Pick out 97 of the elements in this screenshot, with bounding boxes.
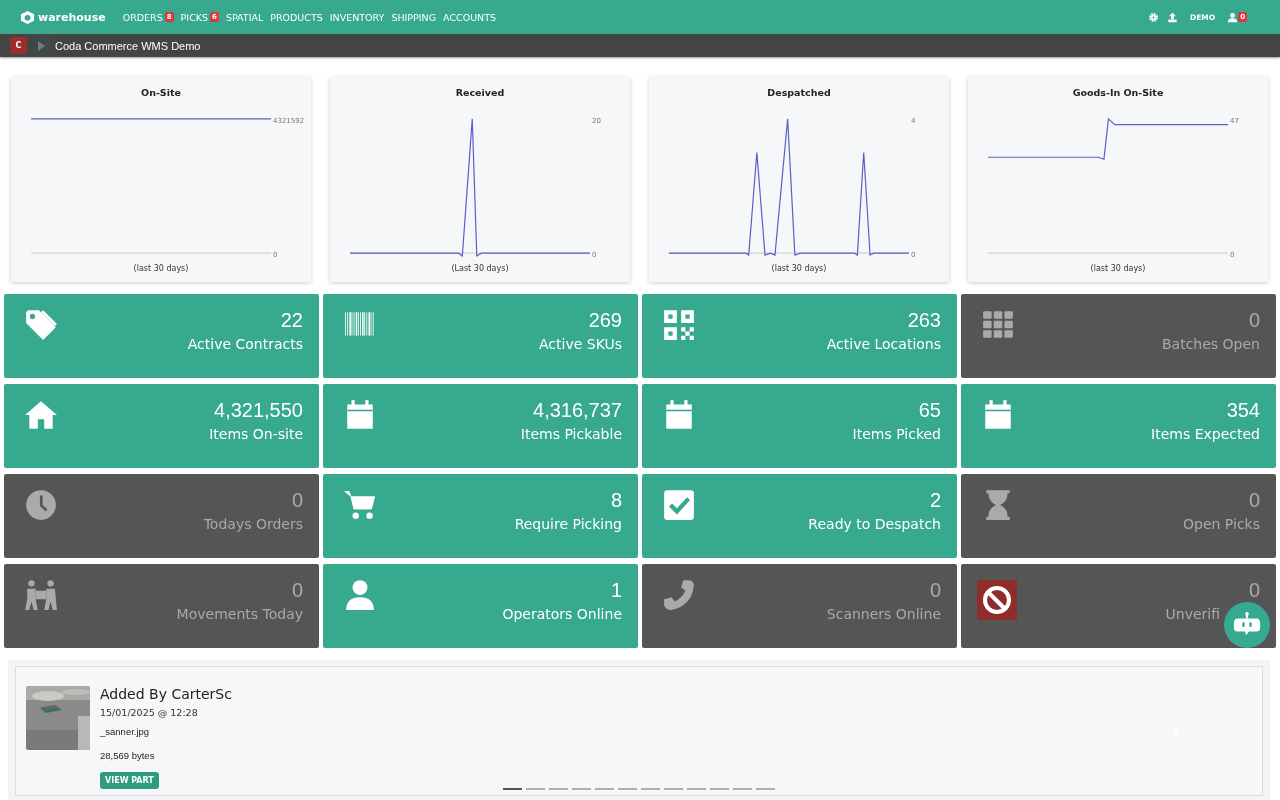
chart-caption: (last 30 days) [133, 264, 189, 273]
stat-label: Require Picking [514, 515, 622, 534]
stat-tile[interactable]: 0 Movements Today [4, 564, 319, 648]
nav-link[interactable]: INVENTORY [329, 11, 385, 23]
slide-date: 15/01/2025 @ 12:28 [100, 707, 199, 718]
stat-value: 22 [280, 308, 303, 332]
cart-icon [343, 488, 377, 522]
stat-label: Batches Open [1162, 335, 1260, 354]
upload-icon[interactable] [1166, 11, 1178, 23]
slide-indicator[interactable] [710, 788, 729, 790]
stat-label: Movements Today [176, 605, 303, 624]
slide-indicator[interactable] [618, 788, 637, 790]
company-avatar[interactable]: C [10, 37, 27, 54]
people-icon [24, 578, 58, 612]
slide-indicator[interactable] [549, 788, 568, 790]
stat-value: 0 [291, 578, 303, 602]
stat-label: Todays Orders [203, 515, 303, 534]
person-icon [343, 578, 377, 612]
stat-value: 65 [918, 398, 941, 422]
stat-value: 269 [588, 308, 622, 332]
stat-tile[interactable]: 0 Open Picks [961, 474, 1276, 558]
nav-link[interactable]: ACCOUNTS [443, 11, 497, 23]
phone-icon [662, 578, 696, 612]
stat-label: Active Locations [826, 335, 941, 354]
slide-indicator[interactable] [526, 788, 545, 790]
play-icon[interactable] [33, 37, 49, 54]
stat-tile[interactable]: 0 Scanners Online [642, 564, 957, 648]
chart-caption: (last 30 days) [1090, 264, 1146, 273]
user-icon[interactable] [1227, 11, 1239, 23]
view-part-button[interactable]: VIEW PART [100, 772, 159, 789]
chart-title: Goods-In On-Site [1072, 87, 1164, 98]
chart-caption: (Last 30 days) [451, 264, 509, 273]
stat-label: Ready to Despatch [808, 515, 941, 534]
stat-tile[interactable]: 22 Active Contracts [4, 294, 319, 378]
stat-value: 354 [1226, 398, 1260, 422]
nav-link[interactable]: SHIPPING [391, 11, 437, 23]
slide-indicator[interactable] [664, 788, 683, 790]
nav-link[interactable]: PRODUCTS [270, 11, 323, 23]
stat-value: 0 [1248, 488, 1260, 512]
chart-title: Despatched [767, 87, 831, 98]
stat-value: 0 [1248, 578, 1260, 602]
stat-tile[interactable]: 269 Active SKUs [323, 294, 638, 378]
qr-icon [662, 308, 696, 342]
stat-tile[interactable]: 2 Ready to Despatch [642, 474, 957, 558]
chart-title: Received [455, 87, 505, 98]
brand-name[interactable]: warehouse [38, 10, 106, 24]
stat-label: Active Contracts [187, 335, 303, 354]
stat-tile[interactable]: 0 Todays Orders [4, 474, 319, 558]
stat-tile[interactable]: 0 Batches Open [961, 294, 1276, 378]
stat-value: 1 [610, 578, 622, 602]
slide-indicator[interactable] [641, 788, 660, 790]
stat-value: 0 [291, 488, 303, 512]
tag-icon [24, 308, 58, 342]
stat-tile[interactable]: 8 Require Picking [323, 474, 638, 558]
slide-indicator[interactable] [733, 788, 752, 790]
stat-label: Operators Online [502, 605, 622, 624]
stat-value: 0 [929, 578, 941, 602]
clock-icon [24, 488, 58, 522]
stat-tile[interactable]: 4,316,737 Items Pickable [323, 384, 638, 468]
stat-label: Unverifi [1165, 605, 1220, 624]
chart-title: On-Site [141, 87, 181, 98]
stat-tile[interactable]: 263 Active Locations [642, 294, 957, 378]
stat-label: Items Picked [852, 425, 941, 444]
nav-link[interactable]: ORDERS [122, 11, 163, 23]
stat-tile[interactable]: 1 Operators Online [323, 564, 638, 648]
stat-label: Scanners Online [826, 605, 941, 624]
stat-value: 8 [610, 488, 622, 512]
stat-tile[interactable]: 354 Items Expected [961, 384, 1276, 468]
stat-value: 2 [929, 488, 941, 512]
stat-label: Items Pickable [520, 425, 622, 444]
stat-value: 4,321,550 [214, 398, 303, 422]
stat-label: Items Expected [1151, 425, 1260, 444]
stat-label: Items On-site [209, 425, 303, 444]
stat-value: 263 [907, 308, 941, 332]
cube-logo-icon [20, 9, 35, 25]
stat-tile[interactable]: 0 Unverifi [961, 564, 1276, 648]
file-name: _sanner.jpg [100, 726, 151, 737]
slide-indicator[interactable] [595, 788, 614, 790]
slide-indicator[interactable] [687, 788, 706, 790]
slide-title: Added By CarterSc [100, 686, 232, 702]
nav-link[interactable]: PICKS [180, 11, 209, 23]
stat-tile[interactable]: 4,321,550 Items On-site [4, 384, 319, 468]
slide-indicator[interactable] [756, 788, 775, 790]
nav-link[interactable]: SPATIAL [225, 11, 264, 23]
stat-value: 0 [1248, 308, 1260, 332]
check-icon [662, 488, 696, 522]
slide-indicator[interactable] [503, 788, 522, 790]
stat-label: Open Picks [1183, 515, 1260, 534]
slide-indicator[interactable] [572, 788, 591, 790]
file-size: 28,569 bytes [100, 750, 156, 761]
chart-caption: (last 30 days) [771, 264, 827, 273]
settings-icon[interactable] [1147, 11, 1159, 23]
stat-label: Active SKUs [539, 335, 622, 354]
stat-tile[interactable]: 65 Items Picked [642, 384, 957, 468]
ban-icon [981, 584, 1013, 616]
stat-value: 4,316,737 [533, 398, 622, 422]
company-name: Coda Commerce WMS Demo [55, 39, 201, 52]
